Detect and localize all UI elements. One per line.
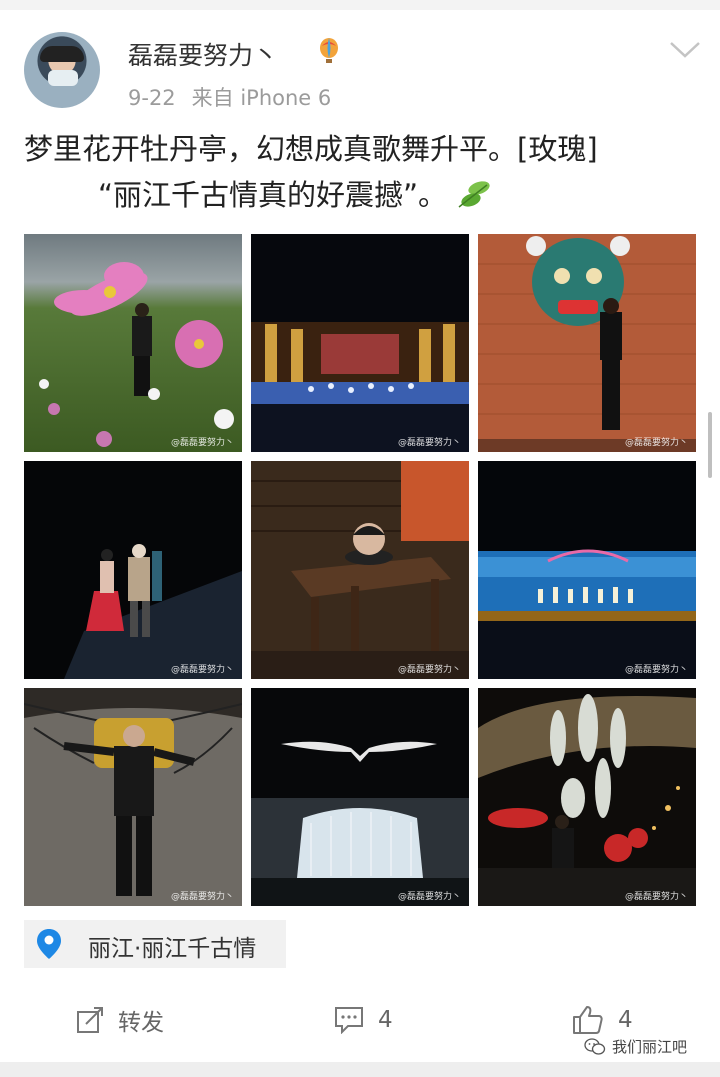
balloon-icon (320, 38, 338, 63)
photo-blue-stage-show[interactable]: @磊磊要努力丶 (478, 461, 696, 679)
avatar[interactable] (24, 32, 100, 108)
like-button[interactable]: 4 (572, 1000, 633, 1040)
photo-red-dress-duet[interactable]: @磊磊要努力丶 (24, 461, 242, 679)
leaf-emoji-icon (458, 181, 490, 208)
post-text: 梦里花开牡丹亭，幻想成真歌舞升平。[玫瑰] “丽江千古情真的好震撼”。 (24, 126, 704, 218)
comment-button[interactable]: 4 (334, 1000, 393, 1040)
photo-watermark: @磊磊要努力丶 (170, 438, 234, 448)
repost-label: 转发 (118, 1010, 164, 1036)
post-meta: 9-22 来自 iPhone 6 (128, 82, 331, 112)
action-bar: 转发 4 4 (0, 1000, 720, 1040)
photo-watermark: @磊磊要努力丶 (624, 438, 688, 448)
repost-button[interactable]: 转发 (76, 1000, 164, 1040)
post-text-line-1: 梦里花开牡丹亭，幻想成真歌舞升平。[玫瑰] (24, 132, 598, 166)
scrollbar[interactable] (708, 412, 712, 478)
photo-mask-wall-portrait[interactable]: @磊磊要努力丶 (478, 234, 696, 452)
post-source: 来自 iPhone 6 (191, 86, 332, 110)
repost-icon (77, 1007, 103, 1033)
photo-watermark: @磊磊要努力丶 (170, 892, 234, 902)
thumbs-up-icon (573, 1006, 603, 1034)
like-count: 4 (618, 1007, 633, 1033)
username[interactable]: 磊磊要努力丶 (128, 36, 278, 72)
post-date: 9-22 (128, 86, 176, 110)
bottom-divider (0, 1062, 720, 1077)
photo-watermark: @磊磊要努力丶 (397, 665, 461, 675)
photo-chained-wall-pose[interactable]: @磊磊要努力丶 (24, 688, 242, 906)
photo-grid: @磊磊要努力丶 @磊磊要努力丶 @磊磊要努力丶 @磊磊要努力丶 @磊磊要努力丶 … (24, 234, 696, 906)
photo-watermark: @磊磊要努力丶 (624, 892, 688, 902)
photo-waterfall-stage[interactable]: @磊磊要努力丶 (251, 688, 469, 906)
photo-watermark: @磊磊要努力丶 (397, 892, 461, 902)
chevron-down-icon[interactable] (668, 40, 702, 60)
photo-desk-with-head[interactable]: @磊磊要努力丶 (251, 461, 469, 679)
wechat-brand-label: 我们丽江吧 (612, 1038, 688, 1056)
photo-watermark: @磊磊要努力丶 (624, 665, 688, 675)
location-label: 丽江·丽江千古情 (88, 936, 257, 962)
photo-cosmos-flower-field[interactable]: @磊磊要努力丶 (24, 234, 242, 452)
photo-watermark: @磊磊要努力丶 (397, 438, 461, 448)
top-divider (0, 0, 720, 10)
photo-watermark: @磊磊要努力丶 (170, 665, 234, 675)
wechat-icon (584, 1037, 606, 1055)
photo-night-festival[interactable]: @磊磊要努力丶 (478, 688, 696, 906)
photo-stage-show-wide[interactable]: @磊磊要努力丶 (251, 234, 469, 452)
location-pin-icon (37, 929, 61, 959)
wechat-brand: 我们丽江吧 (584, 1036, 687, 1057)
post-text-line-2: “丽江千古情真的好震撼”。 (24, 172, 704, 218)
location-tag[interactable]: 丽江·丽江千古情 (24, 920, 286, 968)
comment-count: 4 (378, 1007, 393, 1033)
comment-icon (335, 1007, 363, 1034)
